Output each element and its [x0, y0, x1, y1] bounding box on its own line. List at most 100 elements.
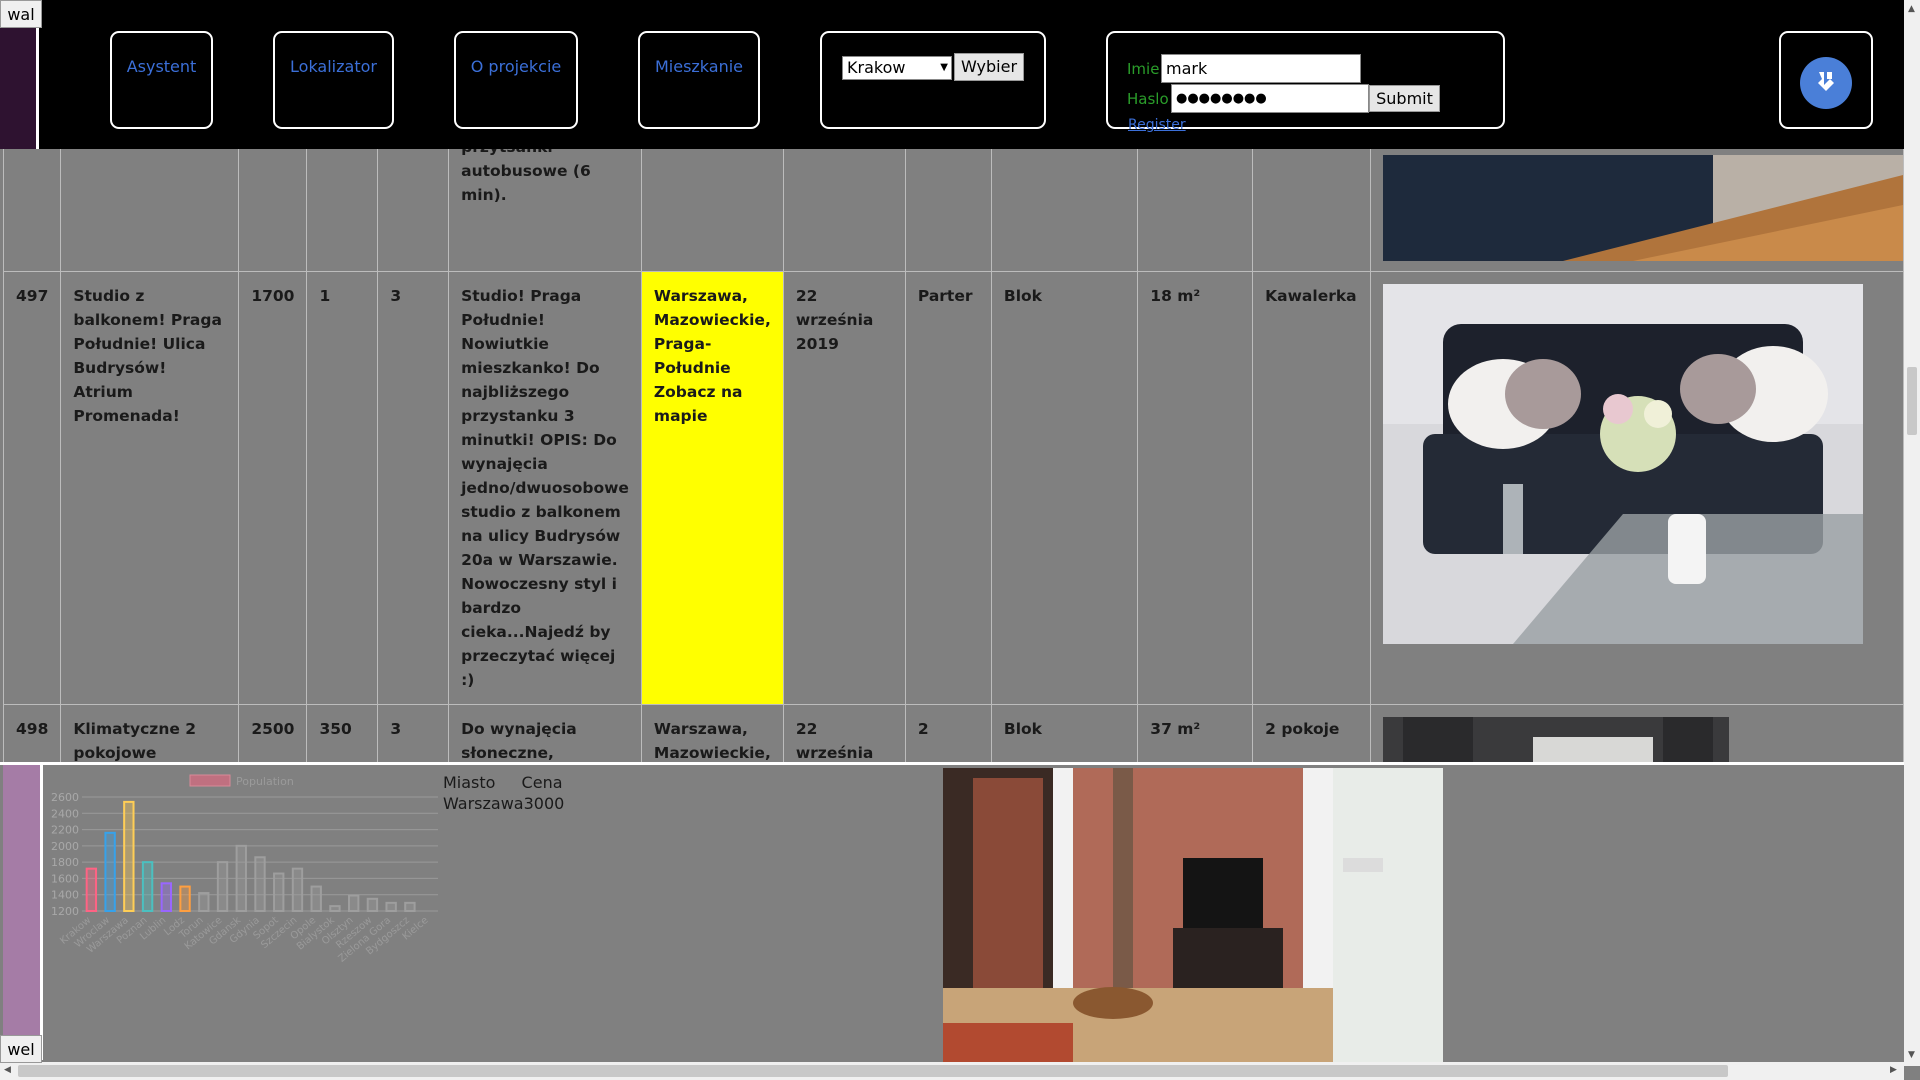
description-text: przytsanki autobusowe (6 min).: [461, 149, 591, 204]
summary-price: 3000: [523, 794, 565, 813]
password-label: Haslo: [1127, 90, 1169, 108]
y-tick-label: 1400: [51, 889, 79, 902]
bar: [254, 856, 266, 912]
cell-location[interactable]: Warszawa, Mazowieckie, Praga-Północ: [640, 704, 784, 762]
cell-type: 2 pokoje: [1252, 704, 1371, 762]
legend-label: Population: [236, 775, 294, 788]
city-select-value: Krakow: [847, 58, 906, 77]
name-input[interactable]: mark: [1161, 54, 1361, 83]
summary-header-miasto: Miasto: [443, 773, 496, 792]
cell-area: [1137, 149, 1254, 272]
bar: [385, 901, 397, 913]
cell-title: [60, 149, 240, 272]
nav-link-o-projekcie[interactable]: O projekcie: [456, 57, 576, 76]
city-select[interactable]: Krakow ▼: [842, 56, 952, 80]
bar: [160, 882, 172, 912]
bar: [329, 905, 341, 913]
side-panel-strip: [3, 765, 40, 1035]
cell-photo: [1369, 271, 1904, 705]
cell-rooms: [377, 149, 450, 272]
summary-header-cena: Cena: [521, 773, 563, 792]
y-tick-label: 1800: [51, 856, 79, 869]
cell-type: Kawalerka: [1252, 271, 1371, 705]
bar: [141, 861, 154, 913]
price-summary-table: Miasto Cena Warszawa3000: [443, 773, 564, 813]
nav-box-mieszkanie: Mieszkanie: [638, 31, 760, 129]
cell-type: [1252, 149, 1371, 272]
scroll-thumb[interactable]: [1907, 367, 1917, 435]
cell-location: [640, 149, 784, 272]
scroll-down-icon[interactable]: ▼: [1908, 1050, 1915, 1060]
cell-floor: [904, 149, 992, 272]
cell-floor: Parter: [904, 271, 992, 705]
bar: [404, 901, 416, 913]
password-input[interactable]: ●●●●●●●●: [1171, 84, 1369, 113]
nav-link-mieszkanie[interactable]: Mieszkanie: [640, 57, 758, 76]
cell-description[interactable]: Studio! Praga Południe! Nowiutkie mieszk…: [448, 271, 642, 705]
cell-photo: [1369, 149, 1904, 272]
bar: [366, 897, 379, 913]
bar: [348, 894, 360, 913]
y-tick-label: 2600: [51, 791, 79, 804]
chevron-down-icon: ▼: [940, 62, 948, 73]
y-tick-label: 1200: [51, 905, 79, 918]
download-icon[interactable]: [1800, 57, 1852, 109]
y-tick-label: 2000: [51, 840, 79, 853]
cell-building: Blok: [990, 271, 1139, 705]
bar: [179, 885, 191, 912]
register-link[interactable]: Register: [1128, 117, 1186, 133]
cell-price: 1700: [238, 271, 308, 705]
cell-area: 37 m²: [1137, 704, 1254, 762]
y-tick-label: 2200: [51, 824, 79, 837]
cell-price: [238, 149, 308, 272]
listings-table-area: przytsanki autobusowe (6 min). 497 Studi…: [0, 149, 1904, 762]
listing-photo[interactable]: [1382, 284, 1863, 644]
cell-location[interactable]: Warszawa, Mazowieckie, Praga-Południe Zo…: [640, 271, 784, 705]
scroll-thumb[interactable]: [18, 1065, 1728, 1077]
y-tick-label: 2400: [51, 807, 79, 820]
bar: [273, 872, 285, 912]
cell-rooms: 3: [377, 271, 450, 705]
table-row: 497 Studio z balkonem! Praga Południe! U…: [2, 271, 1904, 705]
cell-id: [2, 149, 62, 272]
bottom-panel: Population 1200 1400 1600 1800 2000 2200 2400 26…: [0, 765, 1904, 1063]
table-row: 498 Klimatyczne 2 pokojowe mieszkanie w …: [2, 704, 1904, 762]
population-bar-chart: Population 1200 1400 1600 1800 2000 2200 2400 26…: [51, 774, 438, 965]
bar: [198, 892, 210, 913]
city-choose-button[interactable]: Wybier: [954, 53, 1024, 81]
listing-photo[interactable]: [1382, 717, 1729, 762]
submit-button[interactable]: Submit: [1369, 85, 1440, 112]
nav-box-lokalizator: Lokalizator: [273, 31, 394, 129]
summary-row: Warszawa3000: [443, 794, 564, 813]
bar: [85, 867, 98, 912]
cell-description[interactable]: Do wynajęcia słoneczne, klimatyczne mies…: [448, 704, 642, 762]
cell-date: 22 września 2019: [782, 704, 906, 762]
scroll-left-icon[interactable]: ◀: [4, 1065, 11, 1075]
wal-button[interactable]: wal: [0, 0, 42, 28]
cell-building: [990, 149, 1139, 272]
vertical-scrollbar[interactable]: ▲ ▼: [1904, 0, 1920, 1066]
cell-area: 18 m²: [1137, 271, 1254, 705]
nav-box-o-projekcie: O projekcie: [454, 31, 578, 129]
y-tick-label: 1600: [51, 872, 79, 885]
bar: [291, 867, 304, 912]
cell-deposit: [306, 149, 379, 272]
bar: [235, 844, 247, 912]
apartment-photo[interactable]: [943, 768, 1443, 1063]
nav-link-asystent[interactable]: Asystent: [112, 57, 211, 76]
listing-photo[interactable]: [1382, 155, 1903, 261]
bar: [310, 885, 322, 912]
cell-title: Klimatyczne 2 pokojowe mieszkanie w pobl…: [60, 704, 240, 762]
scroll-right-icon[interactable]: ▶: [1890, 1065, 1897, 1075]
wel-button[interactable]: wel: [0, 1035, 42, 1063]
cell-date: 22 września 2019: [782, 271, 906, 705]
nav-box-asystent: Asystent: [110, 31, 213, 129]
cell-price: 2500: [238, 704, 308, 762]
name-label: Imie: [1127, 60, 1160, 78]
cell-deposit: 1: [306, 271, 379, 705]
cell-date: [782, 149, 906, 272]
scroll-up-icon[interactable]: ▲: [1908, 4, 1915, 14]
nav-link-lokalizator[interactable]: Lokalizator: [275, 57, 392, 76]
listings-table: przytsanki autobusowe (6 min). 497 Studi…: [2, 149, 1904, 762]
horizontal-scrollbar[interactable]: ◀ ▶: [0, 1062, 1904, 1080]
